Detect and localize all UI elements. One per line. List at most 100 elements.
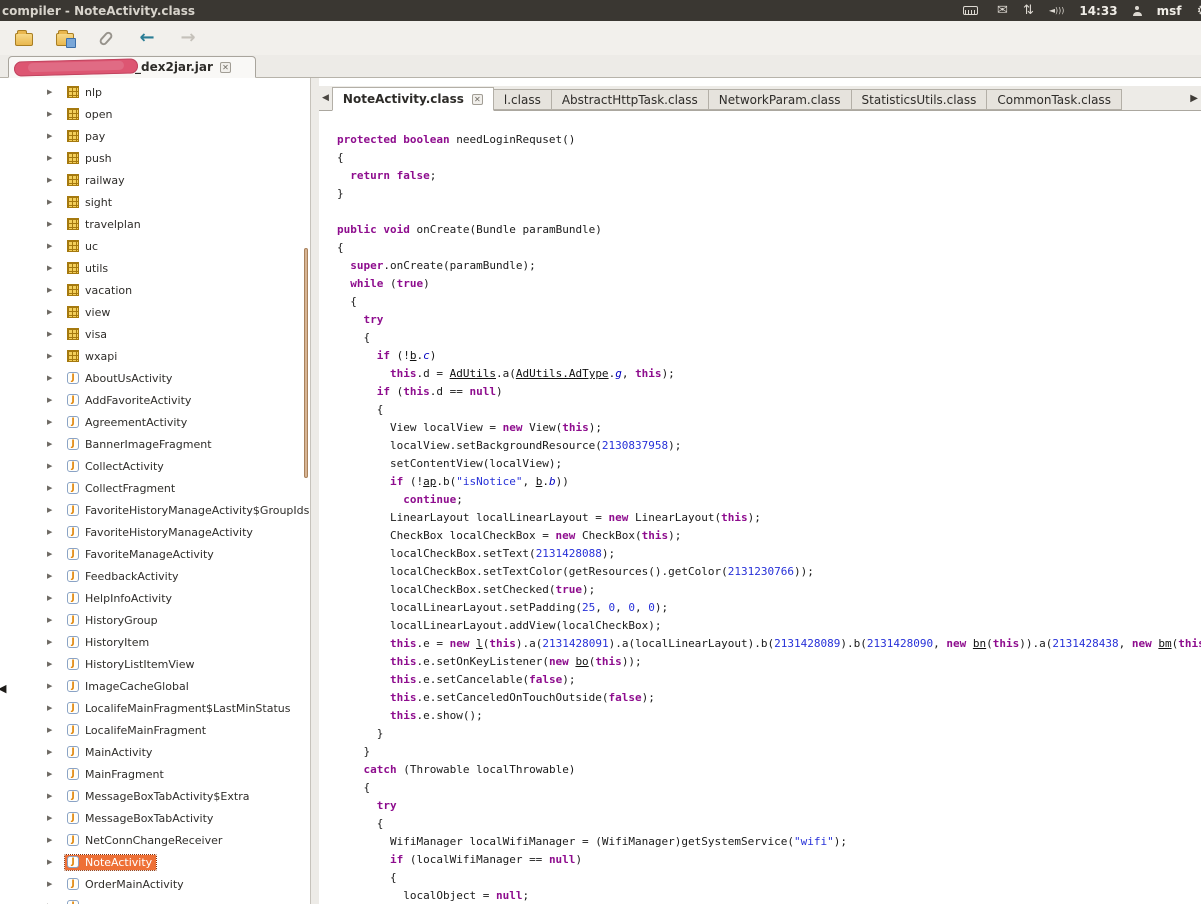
expand-arrow-icon[interactable]: ▶ — [47, 770, 56, 778]
session-menu-icon[interactable]: ⚙ — [1196, 4, 1201, 18]
expand-arrow-icon[interactable]: ▶ — [47, 308, 56, 316]
tree-item-open[interactable]: ▶open — [0, 103, 310, 125]
tree-item-HistoryGroup[interactable]: ▶JHistoryGroup — [0, 609, 310, 631]
expand-arrow-icon[interactable]: ▶ — [47, 374, 56, 382]
tree-item-AddFavoriteActivity[interactable]: ▶ JAddFavoriteActivity — [0, 389, 310, 411]
expand-arrow-icon[interactable]: ▶ — [47, 682, 56, 690]
expand-arrow-icon[interactable]: ▶ — [47, 572, 56, 580]
editor-tab-l.class[interactable]: l.class — [494, 89, 552, 110]
tree-item-visa[interactable]: ▶visa — [0, 323, 310, 345]
tree-item-content[interactable]: JImageCacheGlobal — [65, 679, 193, 694]
tree-item-partial[interactable]: ▶J — [0, 895, 310, 904]
tree-item-MainFragment[interactable]: ▶ JMainFragment — [0, 763, 310, 785]
navigate-forward-button[interactable]: → — [176, 26, 200, 50]
expand-arrow-icon[interactable]: ▶ — [47, 660, 56, 668]
tree-item-content[interactable]: JFeedbackActivity — [65, 569, 183, 584]
tree-item-content[interactable]: JBannerImageFragment — [65, 437, 216, 452]
tree-item-FavoriteManageActivity[interactable]: ▶ JFavoriteManageActivity — [0, 543, 310, 565]
panel-collapse-arrow-icon[interactable]: ◀ — [0, 682, 6, 695]
expand-arrow-icon[interactable]: ▶ — [47, 506, 56, 514]
tree-item-HelpInfoActivity[interactable]: ▶JHelpInfoActivity — [0, 587, 310, 609]
expand-arrow-icon[interactable]: ▶ — [47, 198, 56, 206]
code-link[interactable]: bn — [973, 637, 986, 650]
tree-item-content[interactable]: sight — [65, 195, 116, 210]
tree-item-content[interactable]: JMessageBoxTabActivity$Extra — [65, 789, 253, 804]
tree-item-AgreementActivity[interactable]: ▶ JAgreementActivity — [0, 411, 310, 433]
search-button[interactable] — [94, 26, 118, 50]
tree-item-content[interactable]: travelplan — [65, 217, 145, 232]
navigate-back-button[interactable]: ← — [135, 26, 159, 50]
expand-arrow-icon[interactable]: ▶ — [47, 550, 56, 558]
tree-item-NetConnChangeReceiver[interactable]: ▶JNetConnChangeReceiver — [0, 829, 310, 851]
editor-tab-StatisticsUtils.class[interactable]: StatisticsUtils.class — [852, 89, 988, 110]
tree-item-content[interactable]: push — [65, 151, 116, 166]
tree-item-HistoryListItemView[interactable]: ▶JHistoryListItemView — [0, 653, 310, 675]
tree-item-vacation[interactable]: ▶vacation — [0, 279, 310, 301]
tree-item-content[interactable]: JFavoriteManageActivity — [65, 547, 218, 562]
tree-item-content[interactable]: JOrderMainActivity — [65, 877, 188, 892]
expand-arrow-icon[interactable]: ▶ — [47, 638, 56, 646]
tree-item-content[interactable]: view — [65, 305, 114, 320]
tree-item-content[interactable]: JFavoriteHistoryManageActivity$GroupIds — [65, 503, 311, 518]
expand-arrow-icon[interactable]: ▶ — [47, 814, 56, 822]
tree-item-AboutUsActivity[interactable]: ▶JAboutUsActivity — [0, 367, 310, 389]
expand-arrow-icon[interactable]: ▶ — [47, 748, 56, 756]
code-link[interactable]: AdUtils.AdType — [516, 367, 609, 380]
tree-item-view[interactable]: ▶ view — [0, 301, 310, 323]
tree-item-content[interactable]: JMainFragment — [65, 767, 168, 782]
tree-item-content[interactable]: JAddFavoriteActivity — [65, 393, 195, 408]
tree-item-content[interactable]: JNetConnChangeReceiver — [65, 833, 226, 848]
tree-item-LocalifeMainFragment[interactable]: ▶ JLocalifeMainFragment — [0, 719, 310, 741]
tree-item-ImageCacheGlobal[interactable]: ▶ JImageCacheGlobal — [0, 675, 310, 697]
code-link[interactable]: bm — [1158, 637, 1171, 650]
tab-scroll-left-icon[interactable]: ◀ — [322, 93, 329, 103]
tree-item-OrderMainActivity[interactable]: ▶ JOrderMainActivity — [0, 873, 310, 895]
expand-arrow-icon[interactable]: ▶ — [47, 396, 56, 404]
tree-item-CollectActivity[interactable]: ▶JCollectActivity — [0, 455, 310, 477]
tree-item-FavoriteHistoryManageActivity[interactable]: ▶JFavoriteHistoryManageActivity — [0, 521, 310, 543]
tab-scroll-right-icon[interactable]: ▶ — [1190, 93, 1198, 104]
expand-arrow-icon[interactable]: ▶ — [47, 726, 56, 734]
tree-item-BannerImageFragment[interactable]: ▶JBannerImageFragment — [0, 433, 310, 455]
tree-item-content[interactable]: JLocalifeMainFragment — [65, 723, 210, 738]
close-tab-icon[interactable]: ✕ — [472, 94, 483, 105]
tree-item-FeedbackActivity[interactable]: ▶ JFeedbackActivity — [0, 565, 310, 587]
tree-item-MainActivity[interactable]: ▶JMainActivity — [0, 741, 310, 763]
tree-item-utils[interactable]: ▶utils — [0, 257, 310, 279]
tree-item-content[interactable]: pay — [65, 129, 109, 144]
tree-item-uc[interactable]: ▶uc — [0, 235, 310, 257]
editor-tab-CommonTask.class[interactable]: CommonTask.class — [987, 89, 1122, 110]
tree-item-content[interactable]: JCollectFragment — [65, 481, 179, 496]
tree-item-content[interactable]: J — [65, 899, 89, 904]
tree-item-NoteActivity[interactable]: ▶JNoteActivity — [0, 851, 310, 873]
tree-item-MessageBoxTabActivity$Extra[interactable]: ▶JMessageBoxTabActivity$Extra — [0, 785, 310, 807]
open-file-button[interactable] — [12, 26, 36, 50]
volume-icon[interactable]: ◄))) — [1049, 7, 1065, 15]
jar-tab[interactable]: _dex2jar.jar ✕ — [8, 56, 256, 78]
expand-arrow-icon[interactable]: ▶ — [47, 418, 56, 426]
expand-arrow-icon[interactable]: ▶ — [47, 880, 56, 888]
tree-item-railway[interactable]: ▶ railway — [0, 169, 310, 191]
username[interactable]: msf — [1157, 4, 1182, 18]
tree-item-nlp[interactable]: ▶nlp — [0, 81, 310, 103]
expand-arrow-icon[interactable]: ▶ — [47, 704, 56, 712]
tree-item-LocalifeMainFragment$LastMinStatus[interactable]: ▶ JLocalifeMainFragment$LastMinStatus — [0, 697, 310, 719]
tree-item-content[interactable]: railway — [65, 173, 129, 188]
expand-arrow-icon[interactable]: ▶ — [47, 132, 56, 140]
tree-item-content[interactable]: JLocalifeMainFragment$LastMinStatus — [65, 701, 295, 716]
tree-item-wxapi[interactable]: ▶wxapi — [0, 345, 310, 367]
expand-arrow-icon[interactable]: ▶ — [47, 220, 56, 228]
tree-item-sight[interactable]: ▶ sight — [0, 191, 310, 213]
tree-item-travelplan[interactable]: ▶ travelplan — [0, 213, 310, 235]
code-link[interactable]: AdUtils — [450, 367, 496, 380]
open-all-button[interactable] — [53, 26, 77, 50]
tree-item-HistoryItem[interactable]: ▶JHistoryItem — [0, 631, 310, 653]
tree-item-content[interactable]: JAgreementActivity — [65, 415, 191, 430]
tree-item-content[interactable]: vacation — [65, 283, 136, 298]
expand-arrow-icon[interactable]: ▶ — [47, 594, 56, 602]
tree-item-content[interactable]: JCollectActivity — [65, 459, 168, 474]
expand-arrow-icon[interactable]: ▶ — [47, 176, 56, 184]
keyboard-icon[interactable] — [958, 0, 982, 21]
expand-arrow-icon[interactable]: ▶ — [47, 110, 56, 118]
tree-item-content[interactable]: JFavoriteHistoryManageActivity — [65, 525, 257, 540]
